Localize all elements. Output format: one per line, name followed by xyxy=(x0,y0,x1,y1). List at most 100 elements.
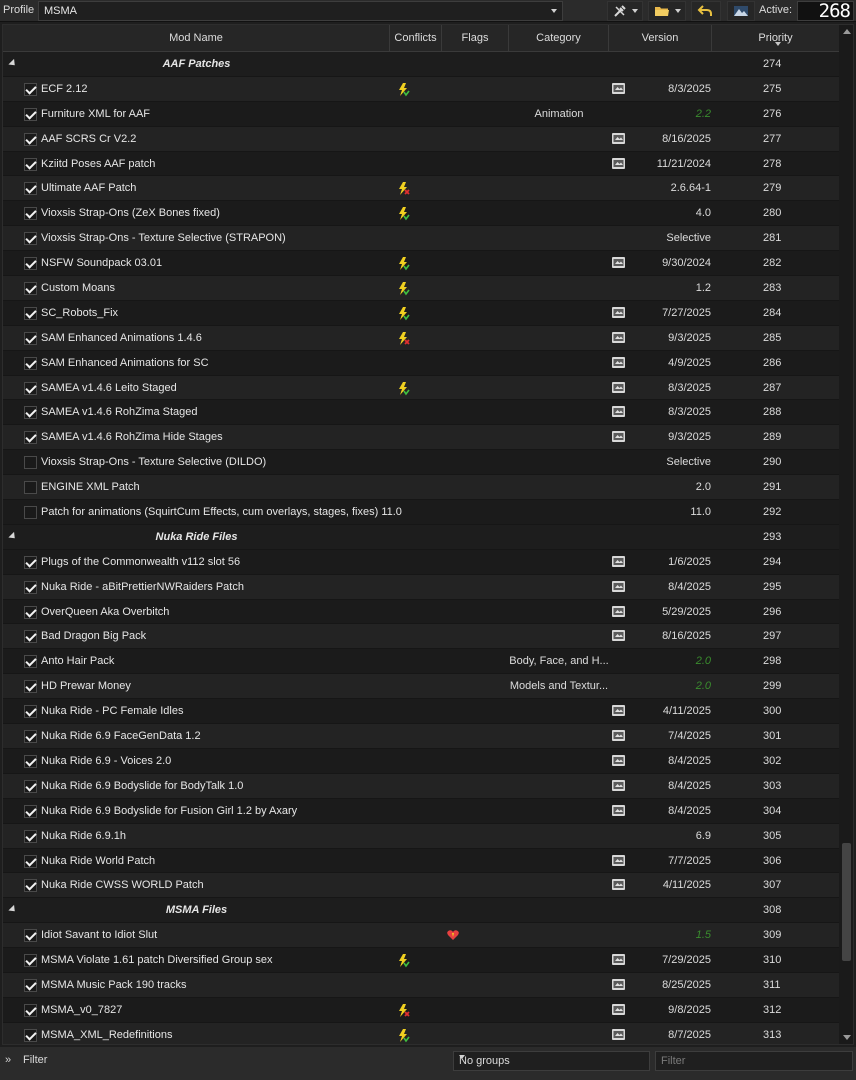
enable-checkbox[interactable] xyxy=(24,232,37,246)
separator-row[interactable]: AAF Patches 274 xyxy=(3,52,839,77)
mod-row[interactable]: SAMEA v1.4.6 RohZima Hide Stages 9/3/2025… xyxy=(3,425,839,451)
groups-select[interactable]: No groups xyxy=(453,1051,650,1071)
enable-checkbox[interactable] xyxy=(24,331,37,345)
mod-row[interactable]: HD Prewar Money Models and Textur... 2.0 29… xyxy=(3,674,839,700)
mod-row[interactable]: AAF SCRS Cr V2.2 8/16/2025 277 xyxy=(3,126,839,152)
column-header-priority[interactable]: Priority xyxy=(712,25,839,52)
enable-checkbox[interactable] xyxy=(24,157,37,171)
mod-row[interactable]: Nuka Ride 6.9 Bodyslide for BodyTalk 1.0… xyxy=(3,773,839,799)
filter-input[interactable] xyxy=(655,1051,853,1071)
enable-checkbox[interactable] xyxy=(24,1003,37,1017)
mod-row[interactable]: SAMEA v1.4.6 Leito Staged 8/3/2025 287 xyxy=(3,375,839,401)
column-header-flags[interactable]: Flags xyxy=(442,25,509,52)
mod-name-cell: Kziitd Poses AAF patch xyxy=(41,157,156,170)
mod-row[interactable]: Nuka Ride 6.9 FaceGenData 1.2 7/4/2025 301 xyxy=(3,724,839,749)
enable-checkbox[interactable] xyxy=(24,705,37,719)
mod-row[interactable]: Nuka Ride 6.9.1h 6.9 305 xyxy=(3,823,839,849)
enable-checkbox[interactable] xyxy=(24,879,37,893)
nexus-button[interactable] xyxy=(727,1,755,21)
enable-checkbox[interactable] xyxy=(24,456,37,470)
mod-row[interactable]: Nuka Ride 6.9 Bodyslide for Fusion Girl … xyxy=(3,798,839,824)
mod-row[interactable]: Nuka Ride 6.9 - Voices 2.0 8/4/2025 302 xyxy=(3,748,839,774)
mod-row[interactable]: Idiot Savant to Idiot Slut 1.5 309 xyxy=(3,923,839,949)
vertical-scrollbar[interactable] xyxy=(839,25,853,1044)
enable-checkbox[interactable] xyxy=(24,680,37,694)
mod-row[interactable]: MSMA_v0_7827 9/8/2025 312 xyxy=(3,997,839,1023)
filter-toggle-button[interactable]: » xyxy=(5,1054,11,1066)
mod-row[interactable]: Nuka Ride - PC Female Idles 4/11/2025 300 xyxy=(3,699,839,725)
mod-row[interactable]: SC_Robots_Fix 7/27/2025 284 xyxy=(3,300,839,326)
enable-checkbox[interactable] xyxy=(24,481,37,495)
enable-checkbox[interactable] xyxy=(24,1028,37,1042)
mod-row[interactable]: MSMA Music Pack 190 tracks 8/25/2025 311 xyxy=(3,972,839,998)
mod-row[interactable]: Bad Dragon Big Pack 8/16/2025 297 xyxy=(3,624,839,650)
mod-row[interactable]: Nuka Ride - aBitPrettierNWRaiders Patch 8… xyxy=(3,574,839,600)
enable-checkbox[interactable] xyxy=(24,730,37,744)
enable-checkbox[interactable] xyxy=(24,555,37,569)
mod-row[interactable]: Anto Hair Pack Body, Face, and H... 2.0 298 xyxy=(3,649,839,675)
enable-checkbox[interactable] xyxy=(24,754,37,768)
mod-row[interactable]: SAM Enhanced Animations 1.4.6 9/3/2025 285 xyxy=(3,325,839,351)
column-header-conflicts[interactable]: Conflicts xyxy=(390,25,442,52)
mod-row[interactable]: MSMA_XML_Redefinitions 8/7/2025 313 xyxy=(3,1022,839,1044)
scroll-up-icon[interactable] xyxy=(843,29,851,34)
enable-checkbox[interactable] xyxy=(24,929,37,943)
column-header-category[interactable]: Category xyxy=(509,25,609,52)
enable-checkbox[interactable] xyxy=(24,207,37,221)
column-header-mod-name[interactable]: Mod Name xyxy=(3,25,390,52)
tools-button[interactable] xyxy=(607,1,643,21)
enable-checkbox[interactable] xyxy=(24,804,37,818)
enable-checkbox[interactable] xyxy=(24,605,37,619)
scrollbar-thumb[interactable] xyxy=(842,843,851,961)
profile-select[interactable]: MSMA xyxy=(38,1,563,21)
enable-checkbox[interactable] xyxy=(24,854,37,868)
enable-checkbox[interactable] xyxy=(24,82,37,96)
mod-row[interactable]: ENGINE XML Patch 2.0 291 xyxy=(3,475,839,501)
open-folder-button[interactable] xyxy=(648,1,686,21)
enable-checkbox[interactable] xyxy=(24,182,37,196)
enable-checkbox[interactable] xyxy=(24,954,37,968)
enable-checkbox[interactable] xyxy=(24,257,37,271)
undo-button[interactable] xyxy=(691,1,721,21)
mod-row[interactable]: NSFW Soundpack 03.01 9/30/2024 282 xyxy=(3,251,839,277)
column-header-version[interactable]: Version xyxy=(609,25,712,52)
scroll-down-icon[interactable] xyxy=(843,1035,851,1040)
enable-checkbox[interactable] xyxy=(24,630,37,644)
mod-row[interactable]: Nuka Ride World Patch 7/7/2025 306 xyxy=(3,848,839,874)
enable-checkbox[interactable] xyxy=(24,107,37,121)
enable-checkbox[interactable] xyxy=(24,406,37,420)
mod-row[interactable]: Nuka Ride CWSS WORLD Patch 4/11/2025 307 xyxy=(3,873,839,899)
enable-checkbox[interactable] xyxy=(24,356,37,370)
mod-row[interactable]: Furniture XML for AAF Animation 2.2 276 xyxy=(3,101,839,127)
mod-row[interactable]: Ultimate AAF Patch 2.6.64-1 279 xyxy=(3,176,839,202)
enable-checkbox[interactable] xyxy=(24,381,37,395)
separator-row[interactable]: Nuka Ride Files 293 xyxy=(3,524,839,550)
enable-checkbox[interactable] xyxy=(24,306,37,320)
mod-row[interactable]: SAMEA v1.4.6 RohZima Staged 8/3/2025 288 xyxy=(3,400,839,426)
mod-row[interactable]: Vioxsis Strap-Ons (ZeX Bones fixed) 4.0 28… xyxy=(3,201,839,227)
enable-checkbox[interactable] xyxy=(24,580,37,594)
mod-row[interactable]: Custom Moans 1.2 283 xyxy=(3,276,839,301)
enable-checkbox[interactable] xyxy=(24,282,37,296)
backup-image-icon xyxy=(611,779,626,795)
mod-row[interactable]: ECF 2.12 8/3/2025 275 xyxy=(3,76,839,102)
enable-checkbox[interactable] xyxy=(24,431,37,445)
enable-checkbox[interactable] xyxy=(24,978,37,992)
enable-checkbox[interactable] xyxy=(24,132,37,146)
separator-row[interactable]: MSMA Files 308 xyxy=(3,898,839,924)
enable-checkbox[interactable] xyxy=(24,829,37,843)
mod-row[interactable]: Kziitd Poses AAF patch 11/21/2024 278 xyxy=(3,151,839,177)
enable-checkbox[interactable] xyxy=(24,779,37,793)
enable-checkbox[interactable] xyxy=(24,655,37,669)
mod-row[interactable]: Vioxsis Strap-Ons - Texture Selective (S… xyxy=(3,226,839,252)
mod-row[interactable]: SAM Enhanced Animations for SC 4/9/2025 28… xyxy=(3,350,839,376)
mod-row[interactable]: Vioxsis Strap-Ons - Texture Selective (D… xyxy=(3,450,839,476)
version-cell: 4/9/2025 xyxy=(668,356,711,369)
mod-row[interactable]: Patch for animations (SquirtCum Effects,… xyxy=(3,500,839,525)
mod-row[interactable]: MSMA Violate 1.61 patch Diversified Grou… xyxy=(3,948,839,973)
mod-row[interactable]: OverQueen Aka Overbitch 5/29/2025 296 xyxy=(3,599,839,625)
enable-checkbox[interactable] xyxy=(24,506,37,520)
mod-row[interactable]: Plugs of the Commonwealth v112 slot 56 1/… xyxy=(3,549,839,575)
active-label: Active: xyxy=(759,4,793,16)
priority-cell: 294 xyxy=(763,555,782,568)
